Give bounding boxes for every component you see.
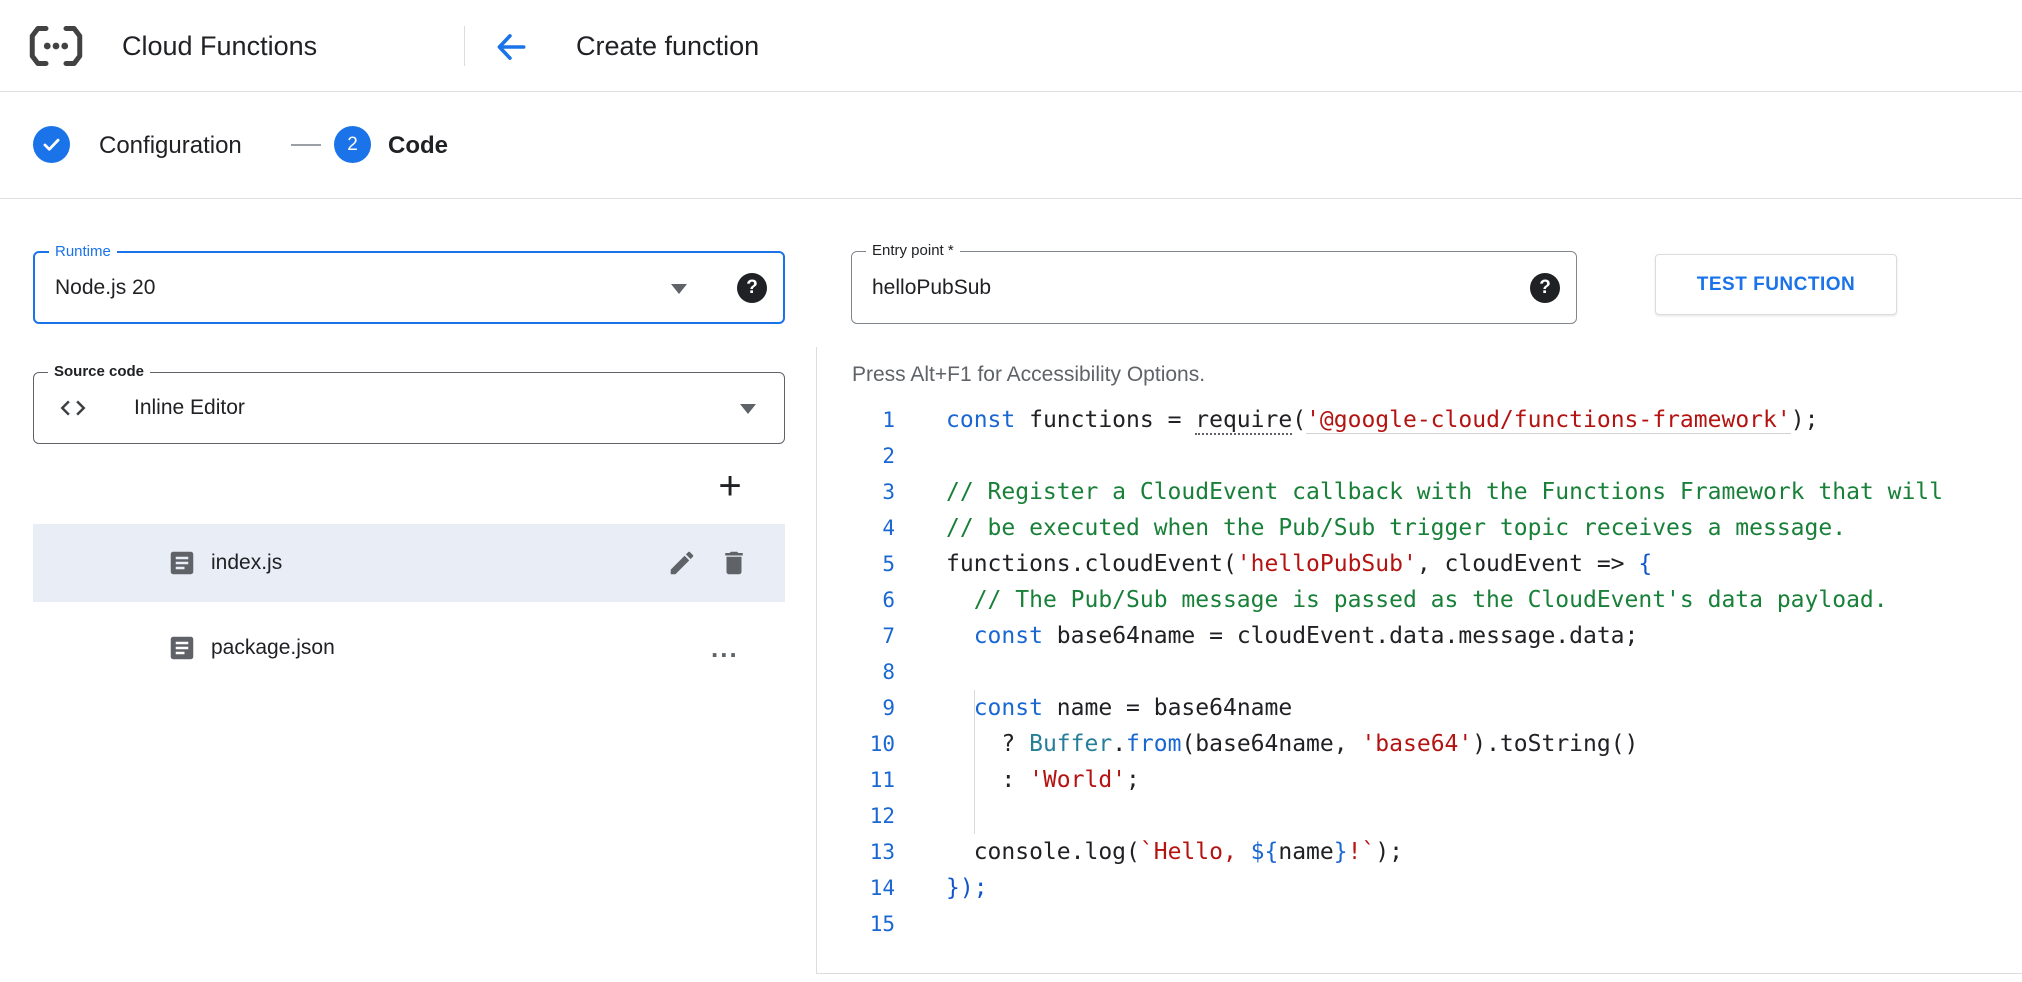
product-title[interactable]: Cloud Functions	[122, 0, 317, 92]
entry-point-value: helloPubSub	[872, 252, 991, 323]
delete-file-icon[interactable]	[719, 548, 749, 578]
source-code-value: Inline Editor	[134, 373, 245, 443]
runtime-select[interactable]: Runtime Node.js 20 ?	[33, 251, 785, 324]
code-line[interactable]: 8	[817, 654, 2022, 690]
app-header: Cloud Functions Create function	[0, 0, 2022, 92]
code-line[interactable]: 1 const functions = require('@google-clou…	[817, 402, 2022, 438]
line-number: 15	[817, 906, 895, 942]
code-line-text: // be executed when the Pub/Sub trigger …	[946, 510, 1846, 546]
page-title: Create function	[576, 0, 759, 92]
back-arrow-icon[interactable]	[492, 28, 530, 66]
line-number: 4	[817, 510, 895, 546]
line-number: 7	[817, 618, 895, 654]
chevron-down-icon[interactable]	[740, 404, 756, 414]
code-line[interactable]: 6 // The Pub/Sub message is passed as th…	[817, 582, 2022, 618]
line-number: 2	[817, 438, 895, 474]
add-file-button[interactable]: +	[704, 460, 756, 512]
step-configuration-check-icon[interactable]	[33, 126, 70, 163]
code-editor-panel[interactable]: Press Alt+F1 for Accessibility Options. …	[816, 347, 2022, 974]
code-lines[interactable]: 1 const functions = require('@google-clou…	[817, 402, 2022, 942]
code-line[interactable]: 15	[817, 906, 2022, 942]
header-divider	[464, 26, 465, 66]
code-line[interactable]: 11 : 'World';	[817, 762, 2022, 798]
line-number: 9	[817, 690, 895, 726]
code-line[interactable]: 12	[817, 798, 2022, 834]
code-line-text	[946, 906, 960, 942]
code-line-text: const base64name = cloudEvent.data.messa…	[946, 618, 1638, 654]
step-configuration-label[interactable]: Configuration	[99, 93, 242, 199]
accessibility-hint: Press Alt+F1 for Accessibility Options.	[852, 363, 1205, 387]
code-line-text: console.log(`Hello, ${name}!`);	[946, 834, 1403, 870]
test-function-button[interactable]: TEST FUNCTION	[1655, 254, 1897, 315]
entry-point-field[interactable]: Entry point * helloPubSub ?	[851, 251, 1577, 324]
code-line[interactable]: 3 // Register a CloudEvent callback with …	[817, 474, 2022, 510]
line-number: 14	[817, 870, 895, 906]
source-code-select[interactable]: Source code Inline Editor	[33, 372, 785, 444]
code-line[interactable]: 13 console.log(`Hello, ${name}!`);	[817, 834, 2022, 870]
line-number: 3	[817, 474, 895, 510]
code-line[interactable]: 2	[817, 438, 2022, 474]
entry-point-help-icon[interactable]: ?	[1530, 273, 1560, 303]
step-code-label[interactable]: Code	[388, 93, 448, 199]
file-row-index-js[interactable]: index.js	[33, 524, 785, 602]
code-line-text: // The Pub/Sub message is passed as the …	[946, 582, 1888, 618]
code-line[interactable]: 5 functions.cloudEvent('helloPubSub', clo…	[817, 546, 2022, 582]
create-function-page: Cloud Functions Create function Configur…	[0, 0, 2022, 982]
cloud-functions-logo-icon	[26, 16, 86, 76]
code-line[interactable]: 7 const base64name = cloudEvent.data.mes…	[817, 618, 2022, 654]
line-number: 12	[817, 798, 895, 834]
code-line[interactable]: 10 ? Buffer.from(base64name, 'base64').t…	[817, 726, 2022, 762]
code-line-text	[946, 798, 960, 834]
runtime-help-icon[interactable]: ?	[737, 273, 767, 303]
step-connector	[291, 144, 321, 146]
file-name: index.js	[211, 551, 282, 575]
code-line-text: : 'World';	[946, 762, 1140, 798]
code-line-text: // Register a CloudEvent callback with t…	[946, 474, 1943, 510]
code-line[interactable]: 4 // be executed when the Pub/Sub trigger…	[817, 510, 2022, 546]
code-line-text	[946, 438, 960, 474]
code-line-text: const name = base64name	[946, 690, 1292, 726]
stepper: Configuration 2 Code	[0, 93, 2022, 199]
code-line-text: ? Buffer.from(base64name, 'base64').toSt…	[946, 726, 1638, 762]
file-icon	[167, 548, 197, 578]
code-line-text: const functions = require('@google-cloud…	[946, 402, 1818, 438]
inline-editor-code-icon	[58, 393, 88, 423]
line-number: 6	[817, 582, 895, 618]
edit-file-icon[interactable]	[667, 548, 697, 578]
line-number: 5	[817, 546, 895, 582]
code-line-text: });	[946, 870, 988, 906]
line-number: 13	[817, 834, 895, 870]
step-code-number[interactable]: 2	[334, 126, 371, 163]
file-row-package-json[interactable]: package.json ...	[33, 609, 785, 687]
line-number: 10	[817, 726, 895, 762]
file-icon	[167, 633, 197, 663]
more-options-icon[interactable]: ...	[711, 633, 739, 664]
file-name: package.json	[211, 636, 335, 660]
code-line[interactable]: 14});	[817, 870, 2022, 906]
line-number: 1	[817, 402, 895, 438]
code-line[interactable]: 9 const name = base64name	[817, 690, 2022, 726]
runtime-value: Node.js 20	[55, 253, 155, 322]
chevron-down-icon[interactable]	[671, 284, 687, 294]
line-number: 11	[817, 762, 895, 798]
code-line-text: functions.cloudEvent('helloPubSub', clou…	[946, 546, 1652, 582]
line-number: 8	[817, 654, 895, 690]
code-line-text	[946, 654, 960, 690]
